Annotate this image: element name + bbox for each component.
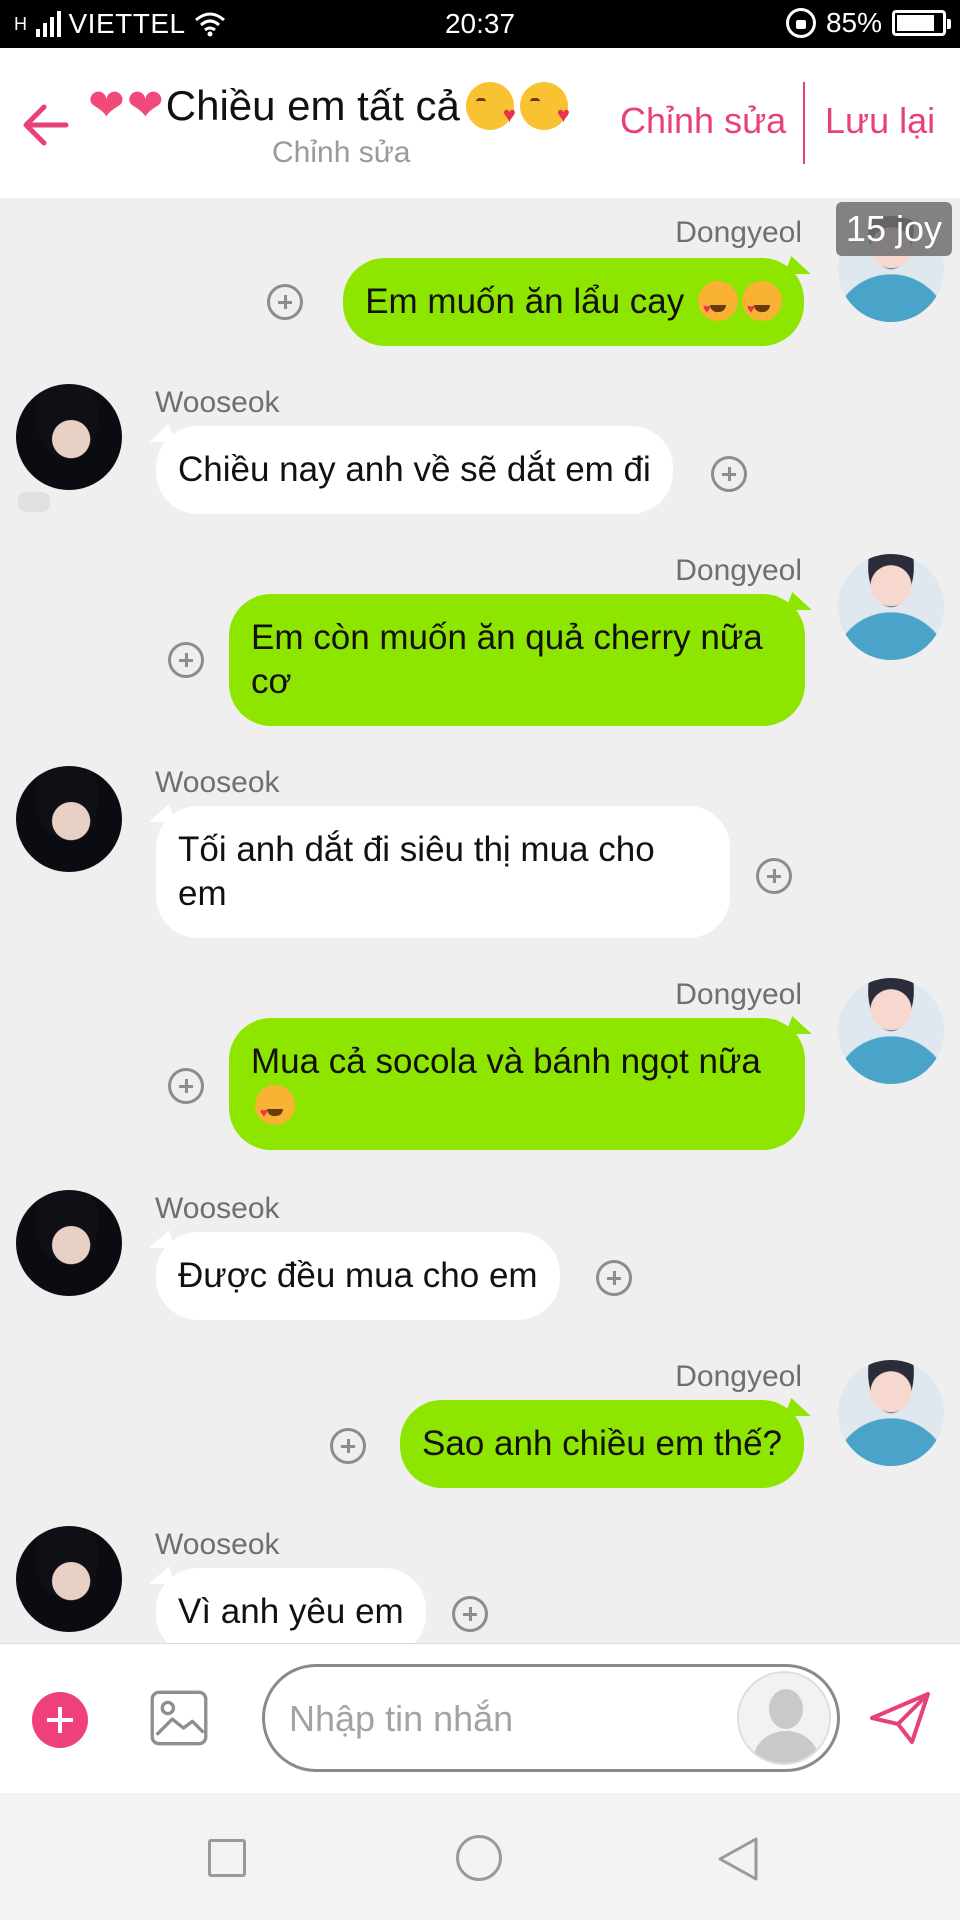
sender-name: Dongyeol: [675, 1360, 802, 1393]
sender-name: Dongyeol: [675, 978, 802, 1011]
message-text: Mua cả socola và bánh ngọt nữa: [251, 1042, 761, 1081]
avatar[interactable]: [16, 1526, 122, 1632]
message-bubble[interactable]: Mua cả socola và bánh ngọt nữa: [229, 1018, 805, 1150]
sender-name: Dongyeol: [675, 554, 802, 587]
add-attachment-button[interactable]: [32, 1692, 88, 1748]
heart-eyes-emoji-icon: [742, 281, 782, 331]
message-list[interactable]: Dongyeol Em muốn ăn lẩu cay Wooseok Chiề…: [0, 198, 960, 1643]
message-bubble[interactable]: Vì anh yêu em: [156, 1568, 426, 1643]
heart-icon: ❤: [88, 81, 125, 130]
message-bubble[interactable]: Em còn muốn ăn quả cherry nữa cơ: [229, 594, 805, 726]
kiss-emoji-icon: [519, 81, 570, 130]
back-arrow-icon[interactable]: [18, 98, 72, 152]
sender-name: Wooseok: [155, 766, 280, 799]
message-text: Tối anh dắt đi siêu thị mua cho em: [178, 830, 655, 913]
nav-back-icon[interactable]: [716, 1835, 760, 1883]
chat-title-text: Chiều em tất cả: [165, 81, 460, 129]
avatar[interactable]: [16, 384, 122, 490]
sender-name: Wooseok: [155, 386, 280, 419]
chat-header: ❤ ❤ Chiều em tất cả Chỉnh sửa Chỉnh sửa …: [0, 48, 960, 198]
message-text: Được đều mua cho em: [178, 1256, 538, 1295]
heart-eyes-emoji-icon: [255, 1085, 295, 1135]
message-text: Chiều nay anh về sẽ dắt em đi: [178, 450, 651, 489]
message-text: Em muốn ăn lẩu cay: [365, 282, 685, 321]
add-reaction-icon[interactable]: [168, 642, 204, 678]
message-bubble[interactable]: Chiều nay anh về sẽ dắt em đi: [156, 426, 673, 514]
add-reaction-icon[interactable]: [596, 1260, 632, 1296]
add-reaction-icon[interactable]: [711, 456, 747, 492]
save-button[interactable]: Lưu lại: [825, 100, 935, 142]
home-icon[interactable]: [456, 1835, 502, 1881]
message-field[interactable]: [262, 1664, 840, 1772]
sender-avatar-placeholder[interactable]: [737, 1671, 831, 1765]
rotation-lock-icon: [785, 8, 816, 38]
system-nav-bar: [0, 1793, 960, 1920]
message-bubble[interactable]: Tối anh dắt đi siêu thị mua cho em: [156, 806, 730, 938]
message-input[interactable]: [289, 1695, 709, 1743]
avatar[interactable]: [838, 554, 944, 660]
kiss-emoji-icon: [465, 81, 516, 130]
overlay-badge: 15 joy: [835, 202, 952, 256]
avatar[interactable]: [16, 1190, 122, 1296]
recent-apps-icon[interactable]: [208, 1839, 246, 1877]
status-right: 85%: [785, 7, 951, 39]
typing-indicator-icon: [18, 492, 50, 512]
sender-name: Dongyeol: [675, 216, 802, 249]
avatar[interactable]: [16, 766, 122, 872]
add-reaction-icon[interactable]: [330, 1428, 366, 1464]
battery-icon: [892, 10, 951, 36]
image-icon[interactable]: [150, 1690, 208, 1746]
message-text: Sao anh chiều em thế?: [422, 1424, 782, 1463]
chat-title: ❤ ❤ Chiều em tất cả: [88, 80, 570, 131]
add-reaction-icon[interactable]: [267, 284, 303, 320]
message-bubble[interactable]: Em muốn ăn lẩu cay: [343, 258, 804, 346]
battery-percent: 85%: [825, 7, 882, 38]
message-bubble[interactable]: Sao anh chiều em thế?: [400, 1400, 804, 1488]
add-reaction-icon[interactable]: [168, 1068, 204, 1104]
battery-fill: [897, 15, 935, 31]
composer-bar: [0, 1643, 960, 1793]
message-text: Em còn muốn ăn quả cherry nữa cơ: [251, 618, 763, 701]
header-divider: [803, 82, 805, 164]
status-bar: H VIETTEL 20:37 85%: [0, 0, 960, 48]
avatar[interactable]: [838, 978, 944, 1084]
message-bubble[interactable]: Được đều mua cho em: [156, 1232, 560, 1320]
chat-subtitle: Chỉnh sửa: [272, 136, 411, 169]
avatar[interactable]: [838, 1360, 944, 1466]
add-reaction-icon[interactable]: [452, 1596, 488, 1632]
sender-name: Wooseok: [155, 1192, 280, 1225]
message-text: Vì anh yêu em: [178, 1592, 404, 1631]
send-icon[interactable]: [868, 1688, 932, 1748]
heart-eyes-emoji-icon: [698, 281, 738, 331]
sender-name: Wooseok: [155, 1528, 280, 1561]
heart-icon: ❤: [126, 81, 164, 130]
add-reaction-icon[interactable]: [756, 858, 792, 894]
edit-button[interactable]: Chỉnh sửa: [620, 100, 786, 142]
